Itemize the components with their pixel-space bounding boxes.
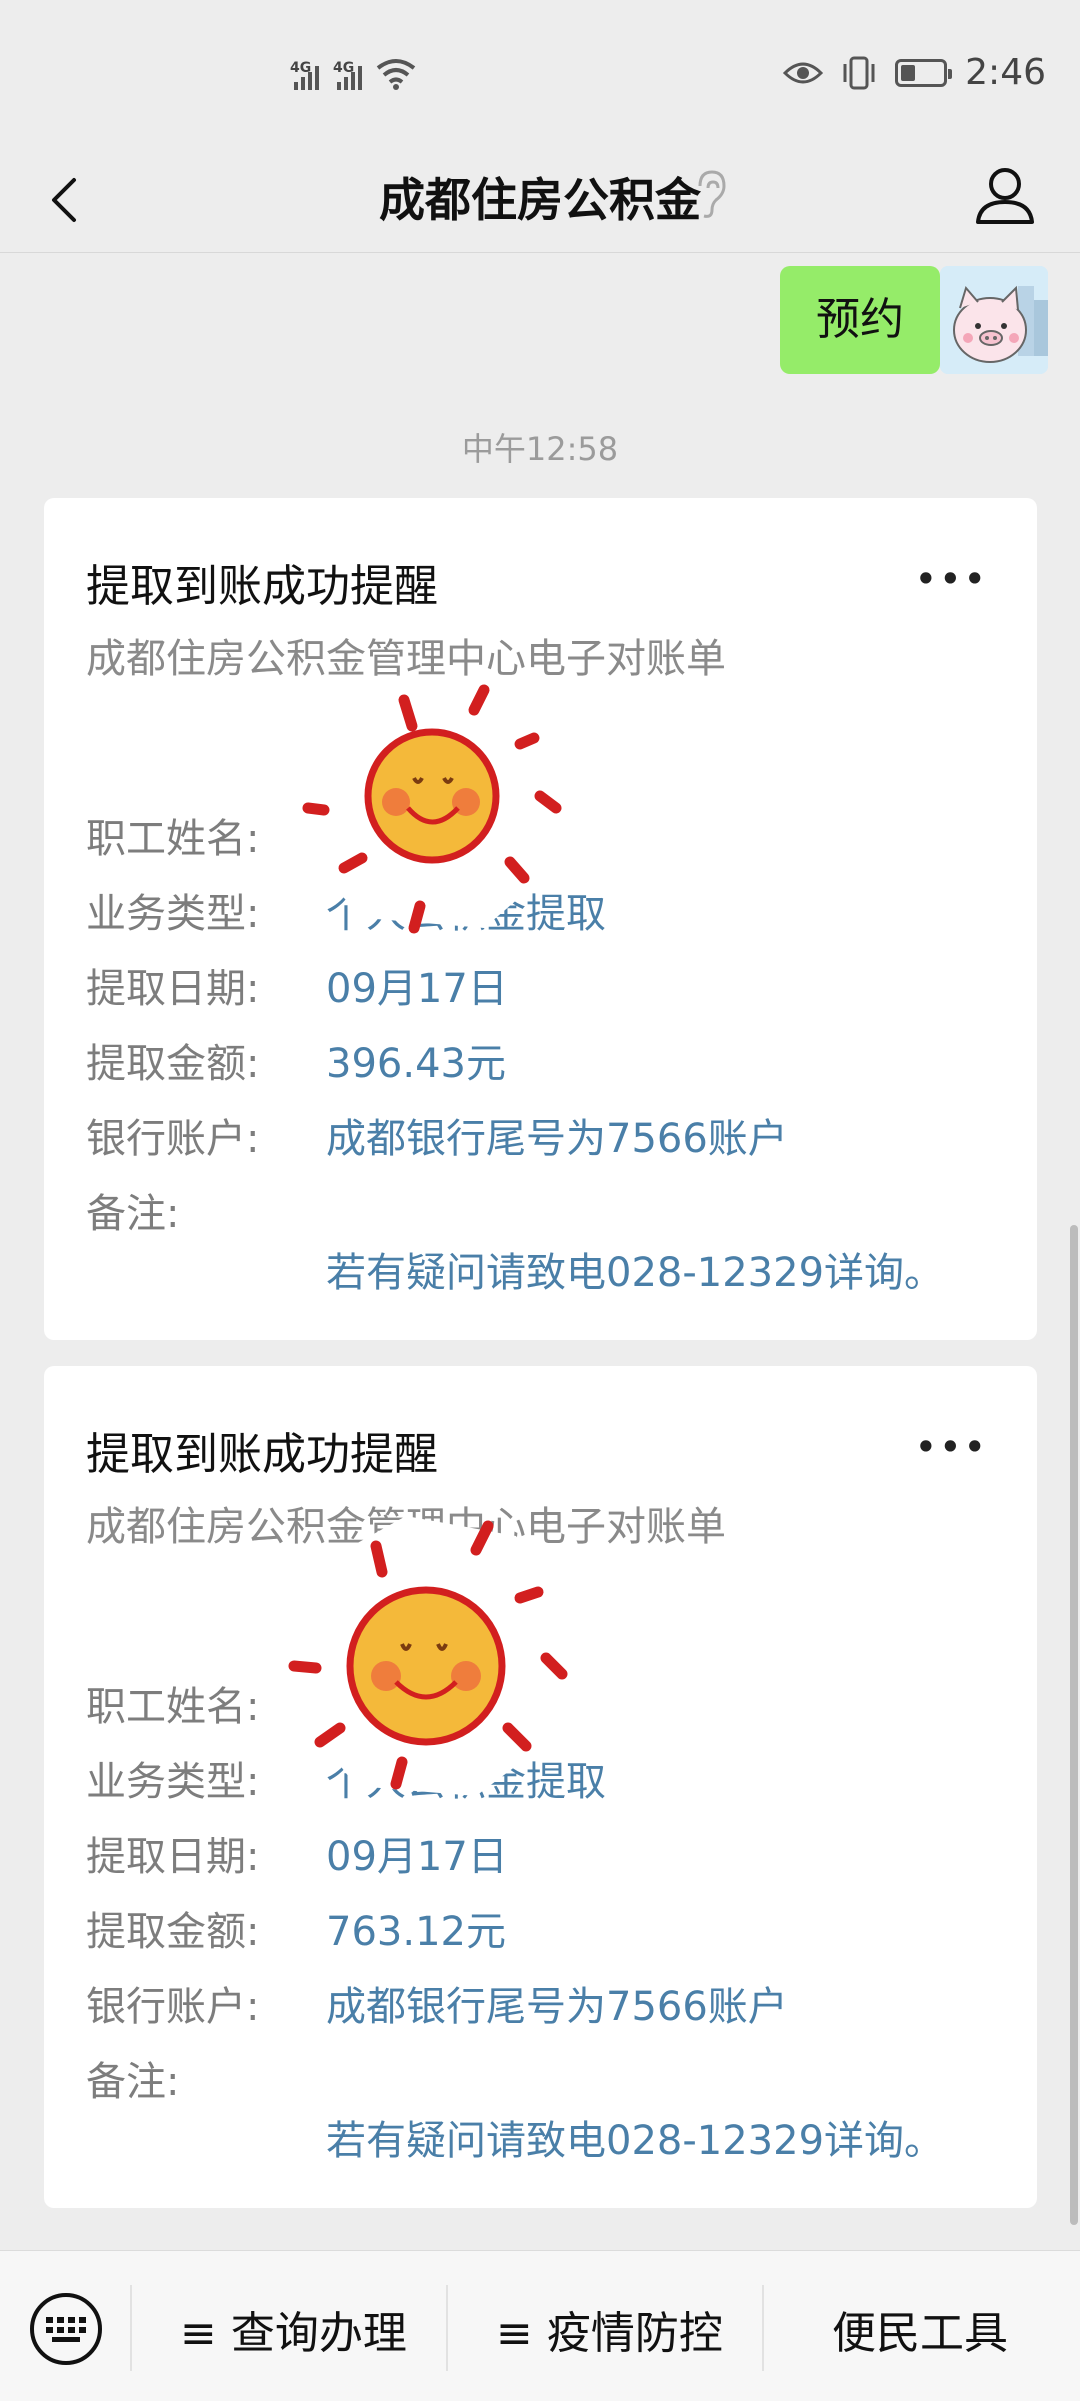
field-label: 银行账户: bbox=[86, 1116, 260, 1162]
sent-message-bubble[interactable]: 预约 bbox=[780, 266, 956, 374]
more-icon[interactable]: ••• bbox=[916, 1428, 989, 1466]
divider bbox=[446, 2285, 448, 2371]
field-value: 09月17日 bbox=[326, 966, 508, 1012]
network-indicators: 4G 4G bbox=[290, 58, 416, 90]
divider bbox=[130, 2285, 132, 2371]
wifi-icon bbox=[376, 59, 416, 90]
title-bar: 成都住房公积金 bbox=[0, 150, 1080, 253]
card-subtitle: 成都住房公积金管理中心电子对账单 bbox=[86, 636, 726, 682]
field-value: 成都银行尾号为7566账户 bbox=[326, 1984, 788, 2030]
field-label: 业务类型: bbox=[86, 1759, 260, 1805]
field-label: 银行账户: bbox=[86, 1984, 260, 2030]
signal-icon: 4G bbox=[333, 60, 362, 90]
sun-sticker bbox=[294, 684, 574, 934]
profile-icon[interactable] bbox=[970, 160, 1040, 230]
field-value: 396.43元 bbox=[326, 1041, 506, 1087]
menu-epidemic[interactable]: ≡ 疫情防控 bbox=[496, 2297, 723, 2361]
more-icon[interactable]: ••• bbox=[916, 560, 989, 598]
page-title: 成都住房公积金 bbox=[379, 173, 701, 227]
status-right: 2:46 bbox=[783, 52, 1046, 93]
status-bar: 4G 4G 2:46 bbox=[0, 0, 1080, 150]
chat-timestamp: 中午12:58 bbox=[461, 430, 619, 468]
notification-card[interactable]: 提取到账成功提醒 ••• 成都住房公积金管理中心电子对账单 职工姓名: 业务类型… bbox=[44, 1366, 1037, 2208]
vibrate-icon bbox=[843, 56, 875, 89]
battery-icon bbox=[895, 58, 953, 87]
menu-tools[interactable]: 便民工具 bbox=[832, 2297, 1008, 2361]
card-title: 提取到账成功提醒 bbox=[86, 1429, 438, 1480]
eye-icon bbox=[783, 62, 824, 83]
scrollbar[interactable] bbox=[1070, 1225, 1078, 2225]
keyboard-icon[interactable] bbox=[28, 2291, 104, 2367]
field-label: 备注: bbox=[86, 2059, 180, 2105]
clock: 2:46 bbox=[965, 52, 1046, 93]
sun-sticker bbox=[286, 1516, 576, 1796]
field-value: 763.12元 bbox=[326, 1909, 506, 1955]
field-label: 提取金额: bbox=[86, 1041, 260, 1087]
divider bbox=[762, 2285, 764, 2371]
field-label: 业务类型: bbox=[86, 891, 260, 937]
signal-icon: 4G bbox=[290, 60, 319, 90]
field-label: 职工姓名: bbox=[86, 816, 260, 862]
field-label: 提取日期: bbox=[86, 1834, 260, 1880]
notification-card[interactable]: 提取到账成功提醒 ••• 成都住房公积金管理中心电子对账单 职工姓名: 业务类型… bbox=[44, 498, 1037, 1340]
field-label: 提取金额: bbox=[86, 1909, 260, 1955]
menu-query[interactable]: ≡ 查询办理 bbox=[180, 2297, 407, 2361]
ear-icon bbox=[698, 170, 726, 218]
pig-avatar[interactable] bbox=[940, 266, 1048, 374]
field-label: 职工姓名: bbox=[86, 1684, 260, 1730]
field-label: 备注: bbox=[86, 1191, 180, 1237]
card-title: 提取到账成功提醒 bbox=[86, 561, 438, 612]
field-label: 提取日期: bbox=[86, 966, 260, 1012]
field-value: 09月17日 bbox=[326, 1834, 508, 1880]
card-note: 若有疑问请致电028-12329详询。 bbox=[326, 1250, 945, 1296]
card-note: 若有疑问请致电028-12329详询。 bbox=[326, 2118, 945, 2164]
bottom-menu-bar: ≡ 查询办理 ≡ 疫情防控 便民工具 bbox=[0, 2250, 1080, 2401]
field-value: 成都银行尾号为7566账户 bbox=[326, 1116, 788, 1162]
